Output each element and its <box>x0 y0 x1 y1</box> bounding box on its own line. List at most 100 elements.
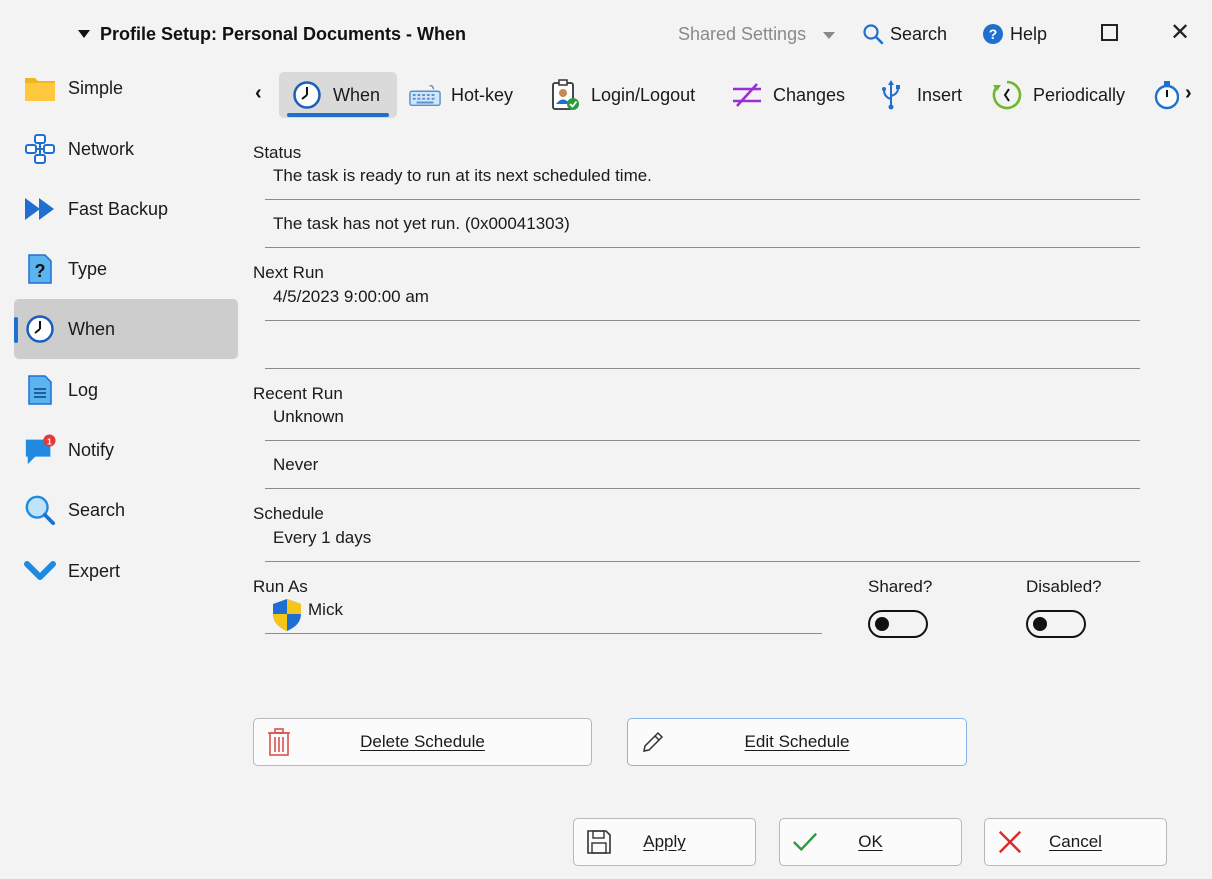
tab-when[interactable]: When <box>279 72 397 118</box>
checkmark-icon <box>792 829 818 855</box>
sidebar-item-fast-backup[interactable]: Fast Backup <box>14 179 238 239</box>
apply-label: Apply <box>643 832 686 851</box>
help-icon: ? <box>983 24 1003 44</box>
user-badge-icon <box>549 79 581 111</box>
periodic-icon <box>991 79 1023 111</box>
cancel-x-icon <box>997 829 1023 855</box>
sidebar-item-when[interactable]: When <box>14 299 238 359</box>
shared-settings-button[interactable]: Shared Settings <box>678 20 806 48</box>
next-run-field: 4/5/2023 9:00:00 am <box>265 281 1140 321</box>
close-icon[interactable]: ✕ <box>1170 18 1190 46</box>
pencil-icon <box>640 729 666 755</box>
save-icon <box>586 829 612 855</box>
tab-hot-key[interactable]: Hot-key <box>409 72 513 118</box>
sidebar-item-expert[interactable]: Expert <box>14 541 238 601</box>
toggle-knob <box>875 617 889 631</box>
delete-schedule-label: Delete Schedule <box>360 732 485 751</box>
tab-periodically[interactable]: Periodically <box>991 72 1125 118</box>
fast-forward-icon <box>24 193 56 225</box>
run-as-field[interactable]: Mick <box>265 594 822 634</box>
disabled-toggle[interactable] <box>1026 610 1086 638</box>
cancel-button[interactable]: Cancel <box>984 818 1167 866</box>
tab-label: Hot-key <box>451 84 514 105</box>
next-run-label: Next Run <box>253 263 324 282</box>
help-label: Help <box>1010 23 1048 44</box>
sidebar-item-label: Notify <box>68 439 115 460</box>
schedule-value: Every 1 days <box>273 528 372 547</box>
tab-login-logout[interactable]: Login/Logout <box>549 72 695 118</box>
ok-button[interactable]: OK <box>779 818 962 866</box>
tab-label: Login/Logout <box>591 84 696 105</box>
stopwatch-icon <box>1153 79 1179 111</box>
usb-icon <box>875 79 907 111</box>
tab-label: Periodically <box>1033 84 1126 105</box>
apply-button[interactable]: Apply <box>573 818 756 866</box>
clock-icon <box>291 79 323 111</box>
network-icon <box>24 133 56 165</box>
search-label: Search <box>890 23 948 44</box>
help-button[interactable]: ? Help <box>983 20 1047 48</box>
sidebar-item-network[interactable]: Network <box>14 119 238 179</box>
chevron-down-icon[interactable] <box>823 32 835 39</box>
changes-icon <box>731 79 763 111</box>
notification-icon: 1 <box>24 434 56 466</box>
main-panel: ‹ When Hot-key Login/Logout Changes Inse… <box>245 66 1212 879</box>
status-line-2: The task has not yet run. (0x00041303) <box>265 208 1140 248</box>
delete-schedule-button[interactable]: Delete Schedule <box>253 718 592 766</box>
tab-scroll-right-icon[interactable]: › <box>1185 82 1192 105</box>
tab-label: When <box>333 84 381 105</box>
sidebar-item-label: Search <box>68 499 126 520</box>
sidebar-item-log[interactable]: Log <box>14 360 238 420</box>
search-icon <box>863 24 884 45</box>
status-line-1: The task is ready to run at its next sch… <box>265 160 1140 200</box>
keyboard-icon <box>409 79 441 111</box>
chevron-check-icon <box>24 555 56 587</box>
schedule-label: Schedule <box>253 504 324 523</box>
search-button[interactable]: Search <box>862 20 947 48</box>
tab-timer-partial[interactable] <box>1153 72 1179 118</box>
svg-text:?: ? <box>35 261 46 281</box>
sidebar-item-search[interactable]: Search <box>14 480 238 540</box>
document-icon <box>24 374 56 406</box>
title-bar: Profile Setup: Personal Documents - When… <box>0 0 1212 66</box>
sidebar-item-label: Expert <box>68 560 121 581</box>
sidebar-item-label: Network <box>68 138 135 159</box>
shared-label: Shared? <box>868 577 933 596</box>
edit-schedule-button[interactable]: Edit Schedule <box>627 718 967 766</box>
cancel-label: Cancel <box>1049 832 1102 851</box>
trash-icon <box>266 728 292 756</box>
status-text-2: The task has not yet run. (0x00041303) <box>273 214 570 233</box>
sidebar-item-simple[interactable]: Simple <box>14 58 238 118</box>
recent-run-value-1: Unknown <box>273 407 344 426</box>
tab-label: Changes <box>773 84 846 105</box>
magnifier-icon <box>24 494 56 526</box>
shared-toggle[interactable] <box>868 610 928 638</box>
menu-icon[interactable] <box>32 22 54 44</box>
run-as-user: Mick <box>308 600 343 619</box>
notify-badge: 1 <box>47 436 52 446</box>
tab-insert[interactable]: Insert <box>875 72 962 118</box>
uac-shield-icon <box>273 599 301 631</box>
clock-icon <box>24 313 56 345</box>
schedule-field: Every 1 days <box>265 522 1140 562</box>
recent-run-field-2: Never <box>265 449 1140 489</box>
tab-changes[interactable]: Changes <box>731 72 845 118</box>
folder-icon <box>24 72 56 104</box>
ok-label: OK <box>858 832 883 851</box>
trigger-tab-bar: ‹ When Hot-key Login/Logout Changes Inse… <box>245 66 1212 122</box>
sidebar-item-label: When <box>68 318 116 339</box>
sidebar-item-notify[interactable]: 1 Notify <box>14 420 238 480</box>
sidebar-item-label: Fast Backup <box>68 198 169 219</box>
edit-schedule-label: Edit Schedule <box>744 732 850 751</box>
sidebar-item-type[interactable]: ? Type <box>14 239 238 299</box>
disabled-label: Disabled? <box>1026 577 1102 596</box>
next-run-field-2 <box>265 329 1140 369</box>
sidebar-item-label: Log <box>68 379 99 400</box>
tab-label: Insert <box>917 84 963 105</box>
toggle-knob <box>1033 617 1047 631</box>
title-dropdown-icon[interactable] <box>78 30 90 38</box>
window-title: Profile Setup: Personal Documents - When <box>100 23 467 44</box>
sidebar-item-label: Type <box>68 258 108 279</box>
maximize-icon[interactable] <box>1101 24 1118 41</box>
tab-scroll-left-icon[interactable]: ‹ <box>255 82 262 105</box>
